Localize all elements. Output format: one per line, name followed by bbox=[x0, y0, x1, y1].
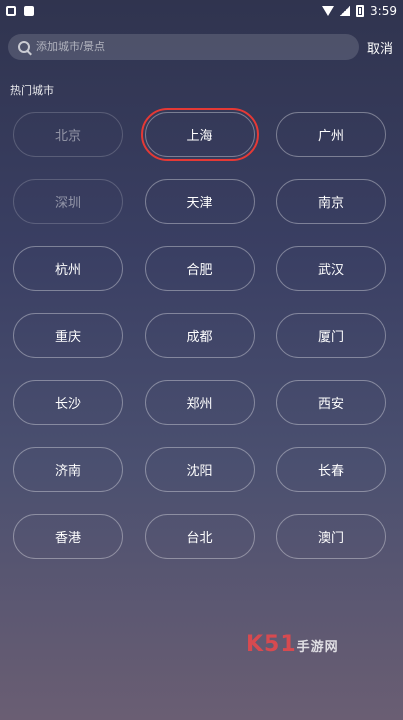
watermark-suffix: 手游网 bbox=[296, 640, 339, 655]
city-button-xiamen[interactable]: 厦门 bbox=[276, 313, 386, 358]
battery-icon bbox=[356, 5, 365, 17]
city-button-changchun[interactable]: 长春 bbox=[276, 447, 386, 492]
city-button-xian[interactable]: 西安 bbox=[276, 380, 386, 425]
signal-icon bbox=[340, 6, 351, 16]
search-bar[interactable] bbox=[8, 34, 359, 60]
city-button-guangzhou[interactable]: 广州 bbox=[276, 112, 386, 157]
city-button-hongkong[interactable]: 香港 bbox=[13, 514, 123, 559]
status-right: 3:59 bbox=[322, 4, 397, 18]
city-button-chengdu[interactable]: 成都 bbox=[144, 313, 255, 358]
city-button-hefei[interactable]: 合肥 bbox=[144, 246, 255, 291]
search-input[interactable] bbox=[36, 41, 336, 53]
city-row: 深圳 天津 南京 bbox=[13, 179, 386, 224]
city-button-zhengzhou[interactable]: 郑州 bbox=[144, 380, 255, 425]
city-row: 北京 上海 广州 bbox=[13, 108, 386, 161]
watermark-text: K51 bbox=[246, 632, 297, 657]
clock: 3:59 bbox=[370, 4, 397, 18]
city-row: 长沙 郑州 西安 bbox=[13, 380, 386, 425]
app-icon bbox=[24, 6, 34, 16]
city-row: 杭州 合肥 武汉 bbox=[13, 246, 386, 291]
city-button-chongqing[interactable]: 重庆 bbox=[13, 313, 123, 358]
city-button-nanjing[interactable]: 南京 bbox=[276, 179, 386, 224]
city-button-tianjin[interactable]: 天津 bbox=[144, 179, 255, 224]
city-button-taipei[interactable]: 台北 bbox=[144, 514, 255, 559]
status-left bbox=[6, 6, 34, 16]
city-button-shenzhen[interactable]: 深圳 bbox=[13, 179, 123, 224]
city-button-jinan[interactable]: 济南 bbox=[13, 447, 123, 492]
city-button-wuhan[interactable]: 武汉 bbox=[276, 246, 386, 291]
status-bar: 3:59 bbox=[0, 0, 403, 22]
city-button-beijing[interactable]: 北京 bbox=[13, 112, 123, 157]
city-button-shanghai[interactable]: 上海 bbox=[140, 108, 259, 161]
watermark-logo: K51手游网 bbox=[246, 632, 339, 657]
city-button-changsha[interactable]: 长沙 bbox=[13, 380, 123, 425]
notification-icon bbox=[6, 6, 16, 16]
city-grid: 北京 上海 广州 深圳 天津 南京 杭州 合肥 武汉 重庆 成都 厦门 长沙 郑… bbox=[13, 108, 386, 581]
hot-cities-title: 热门城市 bbox=[10, 84, 54, 97]
cancel-button[interactable]: 取消 bbox=[367, 38, 393, 57]
city-row: 香港 台北 澳门 bbox=[13, 514, 386, 559]
search-icon bbox=[18, 41, 30, 53]
city-button-hangzhou[interactable]: 杭州 bbox=[13, 246, 123, 291]
city-button-macau[interactable]: 澳门 bbox=[276, 514, 386, 559]
city-row: 重庆 成都 厦门 bbox=[13, 313, 386, 358]
wifi-icon bbox=[322, 6, 335, 16]
city-row: 济南 沈阳 长春 bbox=[13, 447, 386, 492]
city-button-shenyang[interactable]: 沈阳 bbox=[144, 447, 255, 492]
